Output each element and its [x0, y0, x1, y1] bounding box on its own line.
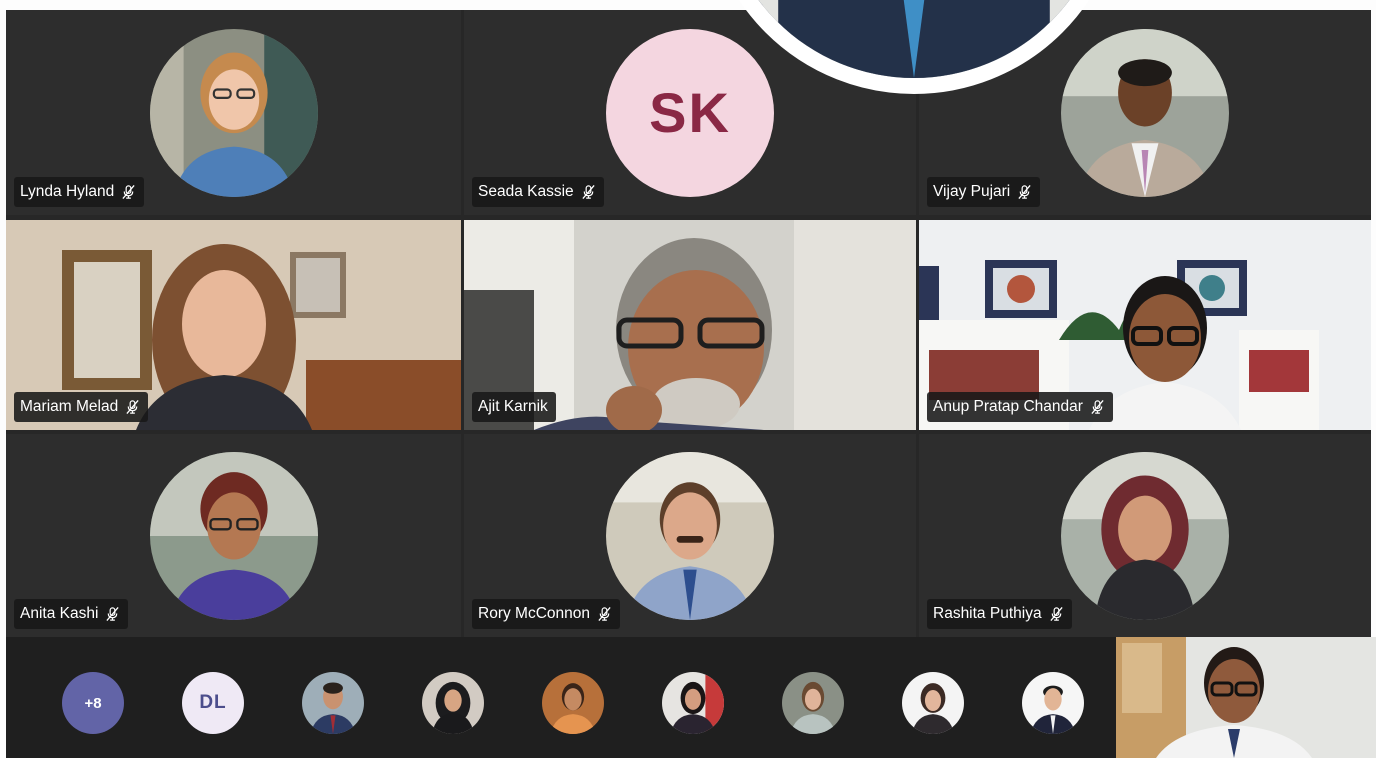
- participant-name-tag: Ajit Karnik: [472, 392, 556, 422]
- participant-name-tag: Anita Kashi: [14, 599, 129, 629]
- participant-tile-ajit-karnik[interactable]: Ajit Karnik: [464, 220, 916, 430]
- participant-name: Ajit Karnik: [478, 398, 548, 415]
- participant-name-tag: Vijay Pujari: [927, 177, 1041, 207]
- participant-photo-avatar: [1061, 28, 1229, 197]
- participant-tile-rashita-puthiya[interactable]: Rashita Puthiya: [919, 434, 1371, 637]
- participant-avatar-dl[interactable]: DL: [182, 672, 244, 734]
- mic-muted-icon: [125, 399, 140, 415]
- mic-muted-icon: [1090, 399, 1105, 415]
- participant-name: Anita Kashi: [20, 605, 99, 622]
- participant-name: Lynda Hyland: [20, 183, 115, 200]
- mic-muted-icon: [121, 184, 136, 200]
- participant-avatar[interactable]: [542, 672, 604, 734]
- participant-name-tag: Seada Kassie: [472, 177, 604, 207]
- participant-avatar[interactable]: [662, 672, 724, 734]
- participant-tile-mariam-melad[interactable]: Mariam Melad: [6, 220, 461, 430]
- participant-avatar[interactable]: [422, 672, 484, 734]
- self-view-feed: [1116, 637, 1376, 758]
- mic-muted-icon: [581, 184, 596, 200]
- participant-name: Rory McConnon: [478, 605, 590, 622]
- participant-name-tag: Mariam Melad: [14, 392, 149, 422]
- participant-tile-lynda-hyland[interactable]: Lynda Hyland: [6, 10, 461, 215]
- participant-strip: +8 DL: [6, 637, 1116, 758]
- participant-tile-rory-mcconnon[interactable]: Rory McConnon: [464, 434, 916, 637]
- mic-muted-icon: [105, 606, 120, 622]
- participant-name-tag: Rashita Puthiya: [927, 599, 1072, 629]
- participant-tile-anita-kashi[interactable]: Anita Kashi: [6, 434, 461, 637]
- participant-name: Anup Pratap Chandar: [933, 398, 1083, 415]
- participant-name: Seada Kassie: [478, 183, 574, 200]
- avatar-initials: SK: [649, 81, 731, 144]
- participant-name: Vijay Pujari: [933, 183, 1011, 200]
- participant-tile-anup-pratap-chandar[interactable]: Anup Pratap Chandar: [919, 220, 1371, 430]
- mic-muted-icon: [597, 606, 612, 622]
- participant-avatar[interactable]: [302, 672, 364, 734]
- participant-avatar[interactable]: [902, 672, 964, 734]
- participant-name: Mariam Melad: [20, 398, 119, 415]
- mic-muted-icon: [1017, 184, 1032, 200]
- participant-name-tag: Lynda Hyland: [14, 177, 145, 207]
- participant-name: Rashita Puthiya: [933, 605, 1042, 622]
- participant-name-tag: Anup Pratap Chandar: [927, 392, 1113, 422]
- participant-avatar[interactable]: [1022, 672, 1084, 734]
- mic-muted-icon: [1049, 606, 1064, 622]
- initials-avatar: SK: [606, 28, 774, 197]
- more-participants-count: +8: [84, 694, 102, 712]
- participant-avatar[interactable]: [782, 672, 844, 734]
- avatar-initials: DL: [199, 692, 227, 713]
- video-grid: Lynda Hyland SK Seada Kassie Vijay Pujar…: [6, 10, 1371, 637]
- more-participants-button[interactable]: +8: [62, 672, 124, 734]
- self-view-video[interactable]: [1116, 637, 1376, 758]
- participant-photo-avatar: [149, 28, 318, 197]
- participant-photo-avatar: [606, 451, 774, 620]
- participant-name-tag: Rory McConnon: [472, 599, 620, 629]
- participant-photo-avatar: [1061, 451, 1229, 620]
- participant-photo-avatar: [149, 451, 318, 620]
